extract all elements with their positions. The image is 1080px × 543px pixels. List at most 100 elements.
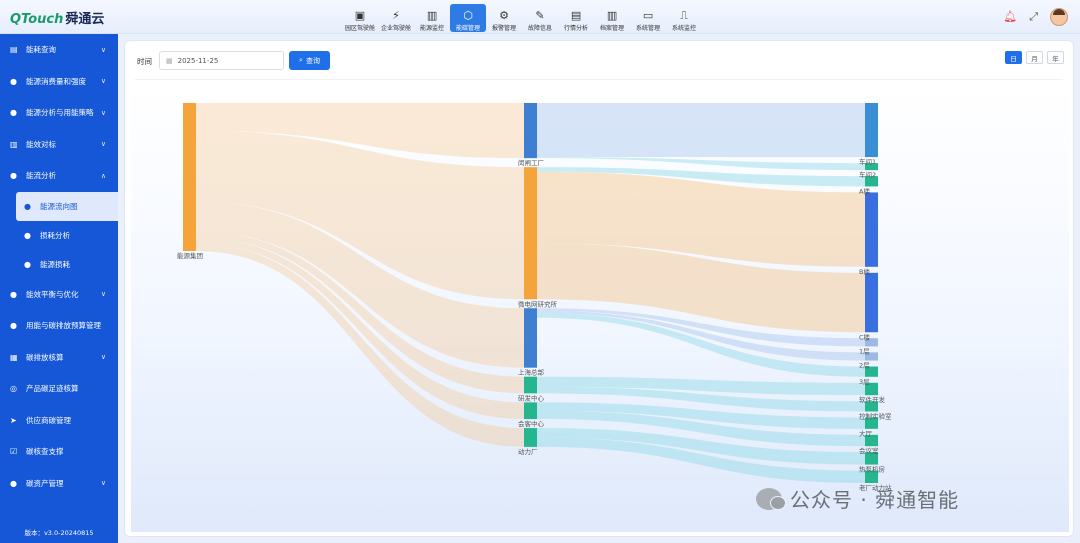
verify-icon: ☑: [10, 447, 18, 457]
logo-text-cn: 舜通云: [65, 12, 105, 27]
sankey-node-label: 车间1: [859, 157, 876, 166]
sidebar-item-energy-loss[interactable]: ● 能源损耗: [0, 250, 118, 279]
loss-analysis-icon: ●: [24, 230, 31, 240]
sankey-node-label: 热泵机房: [859, 465, 885, 474]
nav-item-label: 园区驾驶舱: [345, 25, 376, 32]
sidebar-item-sankey[interactable]: ● 能源流向图: [16, 191, 118, 221]
sidebar-item-supplier[interactable]: ➤ 供应商碳管理: [0, 405, 118, 437]
nav-item-8[interactable]: ▭ 系统管理: [630, 4, 666, 32]
flow-icon: ●: [10, 171, 17, 181]
consumption-icon: ●: [10, 76, 17, 86]
sidebar-item-consumption[interactable]: ● 能源消费量和强度 ∨: [0, 66, 118, 98]
notification-bell-icon[interactable]: 🔔︎: [1003, 10, 1017, 24]
version-text: 版本：v3.0-20240815: [24, 529, 94, 537]
archive-icon: ▥: [606, 9, 618, 22]
sankey-node-label: 能源集团: [177, 251, 203, 260]
nav-item-2[interactable]: ▥ 能源监控: [414, 4, 450, 32]
sankey-node-0[interactable]: [183, 103, 196, 251]
sankey-node-3[interactable]: [524, 308, 537, 368]
nav-item-4[interactable]: ⚙ 报警管理: [486, 4, 522, 32]
app-logo[interactable]: QTouch 舜通云: [10, 8, 104, 27]
sankey-node-10[interactable]: [865, 192, 878, 267]
sidebar-item-label: 能源消费量和强度: [26, 76, 86, 86]
nav-item-3[interactable]: ⬡ 能碳管理: [450, 4, 487, 32]
header-actions: 🔔︎ ⤢: [1003, 8, 1068, 26]
sankey-node-11[interactable]: [865, 272, 878, 333]
sankey-node-label: 控制实验室: [859, 411, 892, 420]
main-nav: ▣ 园区驾驶舱 ⚡ 企业驾驶舱 ▥ 能源监控 ⬡ 能碳管理 ⚙ 报警管理 ✎ 故障信息 ▤ 行情分析 ▥ 档案…: [342, 4, 702, 32]
carbon-accounting-icon: ▦: [10, 352, 18, 362]
sankey-node-label: 会议室: [859, 446, 879, 455]
sankey-chart: 能源集团 闵闸工厂微电网研究所上海总部研发中心会客中心动力厂 车间1 车间2 A楼 B楼 C…: [177, 103, 892, 492]
sankey-link-6[interactable]: [537, 103, 865, 158]
sidebar-item-strategy[interactable]: ● 能源分析与用能策略 ∨: [0, 97, 118, 129]
sidebar-item-query[interactable]: ▤ 能耗查询 ∨: [0, 34, 118, 66]
sankey-node-4[interactable]: [524, 376, 537, 394]
nav-item-5[interactable]: ✎ 故障信息: [522, 4, 558, 32]
sidebar-item-benchmark[interactable]: ▥ 能效对标 ∨: [0, 129, 118, 161]
bar-chart-icon: ▥: [426, 9, 438, 22]
benchmark-icon: ▥: [10, 139, 18, 149]
sidebar-item-label: 供应商碳管理: [26, 415, 71, 425]
sankey-node-label: C楼: [859, 332, 871, 341]
sankey-node-label: 3层: [859, 378, 870, 386]
avatar[interactable]: [1050, 8, 1068, 26]
nav-item-6[interactable]: ▤ 行情分析: [558, 4, 594, 32]
nav-item-7[interactable]: ▥ 档案管理: [594, 4, 630, 32]
sidebar-item-budget[interactable]: ● 用能与碳排放预算管理: [0, 310, 118, 342]
sidebar-item-label: 能耗查询: [26, 45, 56, 55]
sankey-node-7[interactable]: [865, 103, 878, 158]
sankey-node-5[interactable]: [524, 402, 537, 420]
sidebar-item-footprint[interactable]: ◎ 产品碳足迹核算: [0, 373, 118, 405]
sidebar-item-carbon-accounting[interactable]: ▦ 碳排放核算 ∨: [0, 342, 118, 374]
dashboard-icon: ▣: [354, 9, 366, 22]
edit-icon: ✎: [535, 9, 545, 22]
sankey-node-label: B楼: [859, 267, 870, 276]
sankey-node-label: 2层: [859, 362, 870, 370]
chevron-icon: ∨: [100, 479, 106, 488]
nav-item-label: 能碳管理: [456, 25, 481, 32]
system-monitor-icon: ⎍: [680, 9, 688, 22]
nav-item-1[interactable]: ⚡ 企业驾驶舱: [378, 4, 414, 32]
nav-item-9[interactable]: ⎍ 系统监控: [666, 4, 702, 32]
top-header: QTouch 舜通云 ▣ 园区驾驶舱 ⚡ 企业驾驶舱 ▥ 能源监控 ⬡ 能碳管理 ⚙ 报警管理 ✎ 故障…: [0, 0, 1080, 34]
chevron-icon: ∨: [100, 140, 106, 149]
sidebar-item-label: 产品碳足迹核算: [26, 384, 79, 394]
nav-item-label: 企业驾驶舱: [381, 25, 412, 32]
chevron-icon: ∨: [100, 77, 106, 86]
sidebar-item-label: 能源损耗: [40, 259, 70, 269]
nav-item-0[interactable]: ▣ 园区驾驶舱: [342, 4, 378, 32]
sidebar-item-label: 能效对标: [26, 139, 56, 149]
asset-icon: ●: [10, 478, 17, 488]
sidebar-item-balance[interactable]: ● 能效平衡与优化 ∨: [0, 279, 118, 311]
strategy-icon: ●: [10, 108, 17, 118]
sidebar: ▤ 能耗查询 ∨ ● 能源消费量和强度 ∨ ● 能源分析与用能策略 ∨ ▥ 能效对标 ∨ ● 能流分析 ∧ ●…: [0, 34, 118, 543]
sidebar-item-verify[interactable]: ☑ 碳核查支撑: [0, 436, 118, 468]
sidebar-item-flow[interactable]: ● 能流分析 ∧: [0, 160, 118, 192]
sankey-node-label: 微电网研究所: [518, 299, 558, 308]
logo-text-en: QTouch: [10, 12, 64, 27]
sidebar-item-label: 碳资产管理: [26, 478, 64, 488]
query-icon: ▤: [10, 45, 18, 55]
sankey-node-label: 上海总部: [518, 368, 545, 377]
nav-item-label: 报警管理: [492, 25, 517, 32]
sidebar-item-label: 碳核查支撑: [26, 447, 64, 457]
watermark-text: 公众号 · 舜通智能: [790, 488, 960, 512]
sankey-node-label: 动力厂: [518, 447, 538, 456]
main-panel: 时间 ▦ 2025-11-25 ⌕ 查询 日月年 能源集团 闵闸工厂 微电网研究所上…: [124, 40, 1074, 537]
monitor-icon: ▭: [642, 9, 654, 22]
sankey-node-label: 会客中心: [518, 419, 545, 428]
fullscreen-icon[interactable]: ⤢: [1029, 10, 1038, 24]
alarm-icon: ⚙: [499, 9, 509, 22]
supplier-icon: ➤: [10, 415, 17, 425]
sidebar-item-asset[interactable]: ● 碳资产管理 ∨: [0, 468, 118, 500]
sidebar-item-label: 能源流向图: [40, 201, 78, 211]
sankey-node-label: 闵闸工厂: [518, 158, 545, 167]
sankey-node-1[interactable]: [524, 103, 537, 159]
nav-item-label: 系统监控: [672, 25, 697, 32]
sankey-node-label: 1层: [859, 347, 870, 355]
sidebar-item-loss-analysis[interactable]: ● 损耗分析: [0, 221, 118, 250]
sankey-node-2[interactable]: [524, 167, 537, 300]
chevron-icon: ∨: [100, 353, 106, 362]
sankey-node-6[interactable]: [524, 428, 537, 447]
